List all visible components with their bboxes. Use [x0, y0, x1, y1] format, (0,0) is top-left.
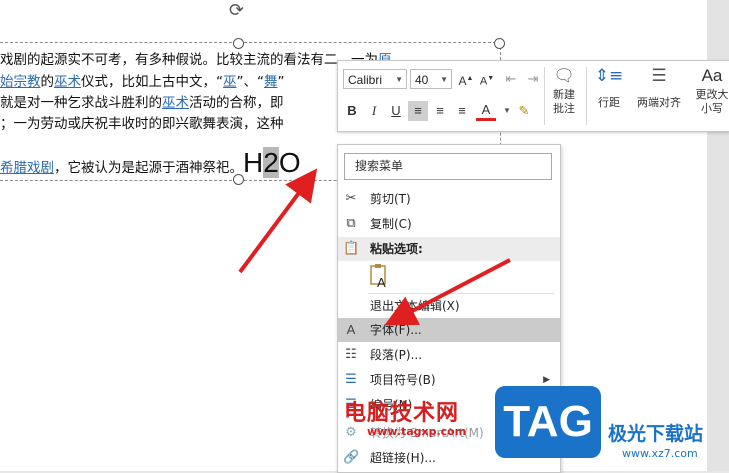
toolbar-divider [544, 67, 545, 125]
menu-item-label: 字体(F)... [370, 323, 422, 337]
comment-icon: 🗨 [553, 66, 575, 86]
format-painter-icon[interactable]: ✎ [514, 101, 534, 121]
resize-handle-top-right[interactable] [494, 38, 505, 49]
line-spacing-button[interactable]: ⇕≡ 行距 [592, 66, 626, 110]
change-case-icon: Aa [701, 66, 723, 85]
doc-line-4: ；一为劳动或庆祝丰收时的即兴歌舞表演，这种 [0, 112, 284, 132]
menu-item-copy[interactable]: ⧉ 复制(C) [338, 212, 560, 236]
chevron-down-icon: ▼ [440, 75, 448, 84]
font-color-button[interactable]: A [476, 101, 496, 121]
body-text: 活动的合称，即 [189, 95, 284, 111]
justify-icon: ☰ [651, 66, 667, 86]
bold-button[interactable]: B [342, 101, 362, 121]
align-center-button[interactable]: ≡ [430, 101, 450, 121]
hyperlink-text[interactable]: 巫术 [162, 95, 189, 111]
font-name-dropdown[interactable]: Calibri ▼ [343, 69, 407, 89]
body-text: ”、“ [236, 74, 265, 90]
doc-line-1: 戏剧的起源实不可考，有多种假说。比较主流的看法有二，一为原 [0, 48, 392, 68]
menu-item-label: 超链接(H)... [370, 451, 436, 465]
align-right-button[interactable]: ≡ [452, 101, 472, 121]
body-text: ” [277, 74, 285, 90]
menu-item-label: 粘贴选项: [370, 242, 423, 256]
menu-item-label: 项目符号(B) [370, 373, 436, 387]
hyperlink-text[interactable]: 始宗教 [0, 74, 41, 90]
hyperlink-text[interactable]: 希腊戏剧 [0, 160, 54, 176]
mini-toolbar: Calibri ▼ 40 ▼ A▲ A▼ ⇤ ⇥ B I U ≡ ≡ ≡ A ▼ ✎… [337, 60, 729, 132]
toolbar-divider [586, 67, 587, 125]
new-comment-label: 新建 批注 [553, 88, 575, 115]
justify-button[interactable]: ☰ 两端对齐 [633, 66, 685, 110]
doc-line-2: 始宗教的巫术仪式，比如上古中文，“巫”、“舞” [0, 70, 285, 90]
font-icon: A [346, 322, 356, 337]
doc-line-5: 希腊戏剧，它被认为是起源于酒神祭祀。H2O [0, 147, 301, 179]
line-spacing-icon: ⇕≡ [594, 66, 624, 86]
font-size-value: 40 [415, 73, 429, 87]
body-text: 戏剧的起源实不可考，有多种假说。比较主流的看法有二，一为 [0, 52, 378, 68]
italic-button[interactable]: I [364, 101, 384, 121]
formula-h[interactable]: H [243, 147, 263, 178]
search-menu-input[interactable]: 搜索菜单 [344, 153, 552, 180]
link-icon: 🔗 [343, 450, 360, 465]
paste-keep-text-only-icon[interactable]: A [368, 263, 390, 290]
watermark-tag-logo: TAG [495, 386, 601, 458]
watermark-site-name: 电脑技术网 [344, 401, 460, 426]
hyperlink-text[interactable]: 巫术 [54, 74, 81, 90]
paragraph-icon: ☷ [345, 347, 357, 362]
rotate-handle-icon[interactable]: ⟳ [229, 0, 244, 21]
justify-label: 两端对齐 [637, 96, 681, 109]
line-spacing-label: 行距 [598, 96, 620, 109]
scissors-icon: ✂ [345, 191, 357, 206]
increase-indent-button[interactable]: ⇥ [523, 69, 543, 89]
change-case-button[interactable]: Aa 更改大 小写 [692, 66, 729, 116]
shrink-font-button[interactable]: A▼ [477, 69, 497, 89]
menu-item-label: 段落(P)... [370, 348, 423, 362]
align-left-button[interactable]: ≡ [408, 101, 428, 121]
watermark-brand: 极光下载站 [608, 423, 704, 445]
decrease-indent-button[interactable]: ⇤ [501, 69, 521, 89]
doc-line-3: 就是对一种乞求战斗胜利的巫术活动的合称，即 [0, 91, 284, 111]
body-text: 就是对一种乞求战斗胜利的 [0, 95, 162, 111]
menu-item-label: 剪切(T) [370, 192, 411, 206]
menu-item-paragraph[interactable]: ☷ 段落(P)... [338, 343, 560, 367]
menu-item-font[interactable]: A 字体(F)... [338, 318, 560, 342]
formula-subscript-selected[interactable]: 2 [263, 147, 279, 178]
body-text: ；一为劳动或庆祝丰收时的即兴歌舞表演，这种 [0, 116, 284, 132]
menu-item-exit-text-edit[interactable]: 退出文本编辑(X) [338, 294, 560, 318]
bullets-icon: ☰ [345, 372, 357, 387]
copy-icon: ⧉ [346, 216, 356, 231]
underline-button[interactable]: U [386, 101, 406, 121]
hyperlink-text[interactable]: 巫 [223, 74, 237, 90]
formula-o[interactable]: O [279, 147, 301, 178]
body-text: 仪式，比如上古中文，“ [81, 74, 223, 90]
menu-item-label: 复制(C) [370, 217, 412, 231]
menu-item-cut[interactable]: ✂ 剪切(T) [338, 187, 560, 211]
paste-icon: 📋 [343, 241, 360, 256]
font-size-dropdown[interactable]: 40 ▼ [410, 69, 452, 89]
svg-text:A: A [377, 275, 386, 289]
change-case-label: 更改大 小写 [695, 88, 729, 115]
watermark-site-url: www.tagxp.com [367, 425, 467, 438]
new-comment-button[interactable]: 🗨 新建 批注 [549, 66, 579, 116]
menu-item-paste-options: 📋 粘贴选项: [338, 237, 560, 261]
chevron-down-icon: ▼ [395, 75, 403, 84]
grow-font-button[interactable]: A▲ [456, 69, 476, 89]
menu-item-label: 退出文本编辑(X) [370, 299, 460, 313]
font-name-value: Calibri [348, 73, 383, 87]
hyperlink-text[interactable]: 舞 [264, 74, 278, 90]
watermark-brand-url: www.xz7.com [622, 447, 698, 460]
body-text: 的 [40, 74, 55, 90]
body-text: ，它被认为是起源于酒神祭祀。 [54, 160, 243, 176]
